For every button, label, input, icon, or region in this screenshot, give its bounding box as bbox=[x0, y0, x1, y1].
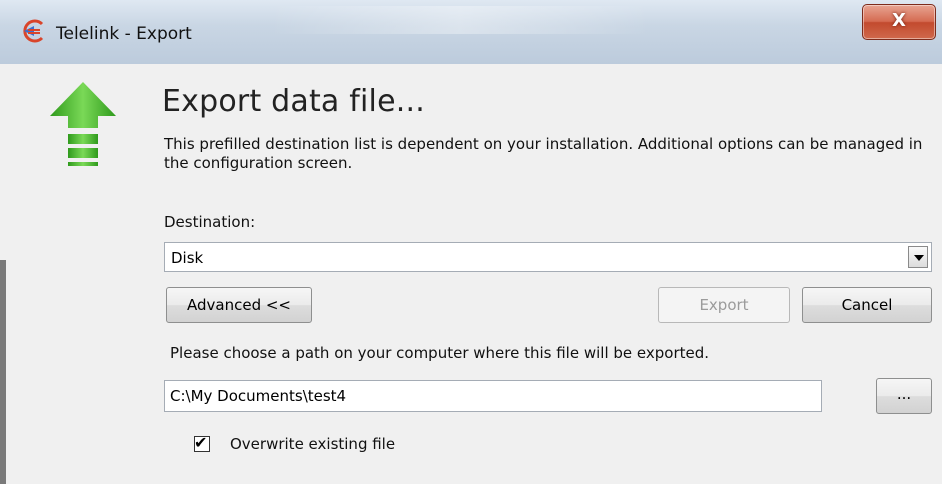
browse-button[interactable]: ... bbox=[876, 378, 932, 414]
window-edge bbox=[0, 260, 6, 484]
description-text: This prefilled destination list is depen… bbox=[164, 135, 923, 172]
path-hint: Please choose a path on your computer wh… bbox=[170, 344, 710, 362]
page-title: Export data file... bbox=[162, 84, 425, 119]
title-bar: Telelink - Export X bbox=[0, 0, 942, 65]
close-icon: X bbox=[892, 10, 906, 31]
path-value: C:\My Documents\test4 bbox=[170, 387, 347, 405]
window-title: Telelink - Export bbox=[56, 24, 192, 44]
advanced-button[interactable]: Advanced << bbox=[166, 287, 312, 323]
checkmark-icon: ✔ bbox=[194, 433, 208, 452]
overwrite-checkbox[interactable]: ✔ bbox=[194, 433, 210, 452]
chevron-down-icon[interactable] bbox=[908, 246, 928, 268]
export-button[interactable]: Export bbox=[658, 287, 790, 323]
overwrite-label[interactable]: Overwrite existing file bbox=[230, 435, 395, 453]
export-up-arrow-icon bbox=[50, 82, 116, 166]
destination-value: Disk bbox=[171, 249, 204, 267]
telelink-app-icon bbox=[23, 19, 44, 43]
destination-label: Destination: bbox=[164, 213, 256, 231]
close-button[interactable]: X bbox=[862, 4, 936, 40]
cancel-button[interactable]: Cancel bbox=[802, 287, 932, 323]
path-input[interactable]: C:\My Documents\test4 bbox=[164, 380, 822, 412]
dialog-body bbox=[0, 64, 942, 484]
destination-select[interactable]: Disk bbox=[164, 242, 932, 272]
